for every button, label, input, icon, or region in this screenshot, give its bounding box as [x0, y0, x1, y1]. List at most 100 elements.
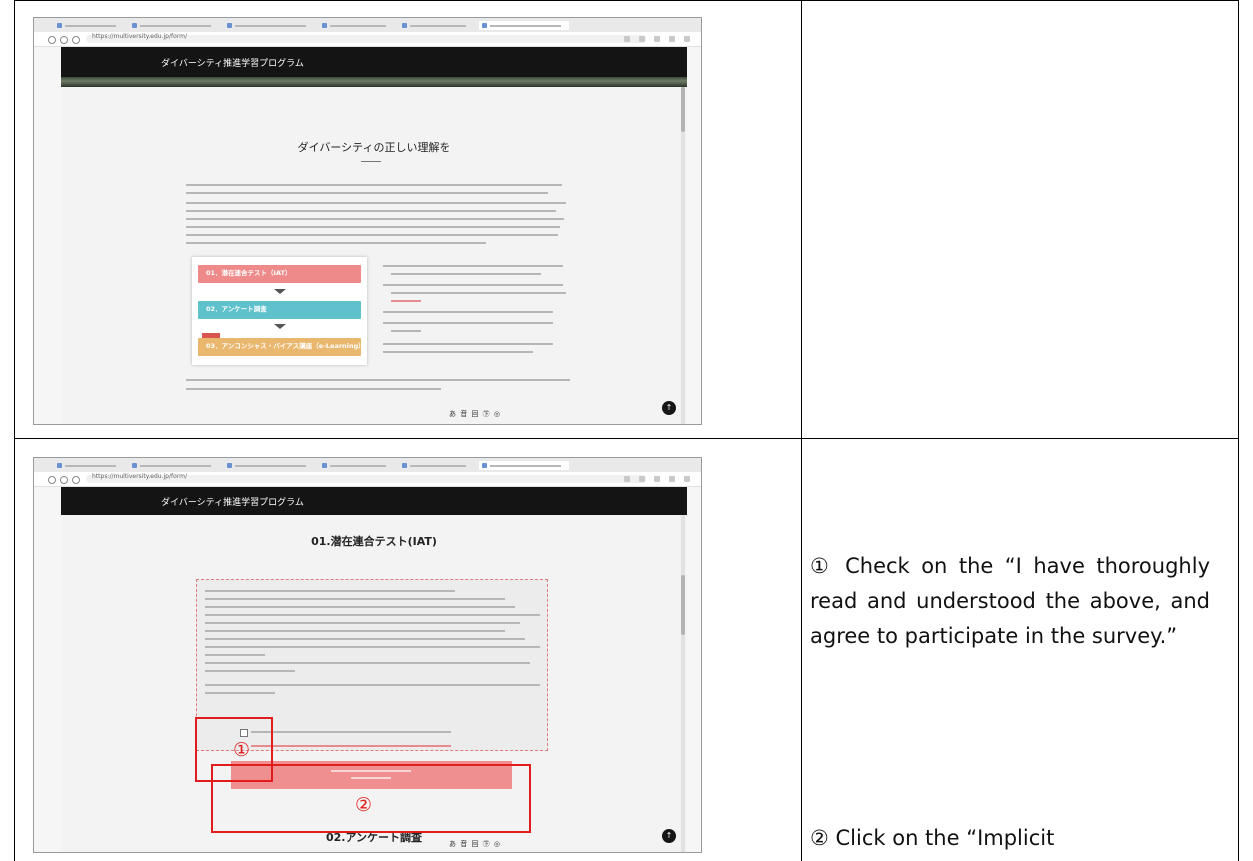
notice-text-line [205, 662, 530, 664]
more-icon [684, 476, 690, 482]
browser-tab-bar [34, 18, 701, 33]
url-field: https://multiversity.edu.jp/form/ [86, 33, 646, 43]
intro-text-line [186, 184, 562, 186]
step-iat-label: 01．潜在連合テスト（IAT） [206, 269, 292, 277]
notice-text-line [205, 654, 265, 656]
notice-text-line [205, 598, 505, 600]
toolbar-icon [624, 476, 630, 482]
intro-text-line [186, 218, 564, 220]
list-text-line [383, 343, 553, 345]
notice-text-line [205, 622, 520, 624]
scrollbar [681, 515, 685, 852]
more-icon [684, 36, 690, 42]
url-text: https://multiversity.edu.jp/form/ [92, 473, 188, 480]
browser-tab [129, 461, 219, 470]
intro-text-line [186, 234, 558, 236]
browser-tab [224, 21, 314, 30]
list-text-line [383, 351, 533, 353]
notice-text-line [205, 638, 525, 640]
browser-tab-bar [34, 458, 701, 473]
notice-text-line [205, 590, 455, 592]
browser-tab [319, 21, 394, 30]
notice-text-line [205, 606, 515, 608]
browser-tab [54, 21, 124, 30]
browser-tab [54, 461, 124, 470]
toolbar-icon [654, 476, 660, 482]
scrollbar-thumb [681, 87, 685, 132]
arrow-up-icon: ↑ [662, 829, 676, 843]
screenshot-landing-page: https://multiversity.edu.jp/form/ ダイバーシテ… [33, 17, 702, 425]
toolbar-icon [639, 36, 645, 42]
toolbar-icon [639, 476, 645, 482]
browser-tab [399, 461, 474, 470]
browser-tab [399, 21, 474, 30]
step-iat: 01．潜在連合テスト（IAT） [198, 265, 361, 283]
iat-heading: 01.潜在連合テスト(IAT) [311, 535, 437, 548]
intro-text-line [186, 192, 548, 194]
toolbar-icon [654, 36, 660, 42]
page-heading: ダイバーシティの正しい理解を [297, 141, 451, 154]
scrollbar-thumb [681, 575, 685, 635]
accessibility-toolbar: あ 音 回 ㊦ ◎ [449, 410, 502, 418]
intro-text-line [186, 242, 486, 244]
site-title: ダイバーシティ推進学習プログラム [161, 59, 304, 69]
accessibility-toolbar: あ 音 回 ㊦ ◎ [449, 840, 502, 848]
instruction-cell: ① Check on the “I have thoroughly read a… [802, 439, 1238, 861]
intro-text-line [186, 210, 556, 212]
step-elearning-label: 03．アンコンシャス・バイアス講座（e-Learning） [206, 342, 365, 350]
instruction-step-1: ① Check on the “I have thoroughly read a… [810, 554, 1210, 648]
notice-text-line [205, 684, 540, 686]
home-icon [72, 36, 80, 44]
list-text-line [383, 265, 563, 267]
site-title: ダイバーシティ推進学習プログラム [161, 498, 304, 508]
notice-text-line [205, 614, 540, 616]
instruction-step-2: ② Click on the “Implicit [810, 826, 1055, 850]
note-text-line [186, 379, 570, 381]
intro-text-line [186, 202, 566, 204]
toolbar-icon [669, 476, 675, 482]
screenshot-iat-page: https://multiversity.edu.jp/form/ ダイバーシテ… [33, 457, 702, 853]
step-survey-label: 02．アンケート調査 [206, 305, 267, 313]
scrollbar [681, 87, 685, 424]
back-icon [48, 36, 56, 44]
table-border-top [14, 0, 1239, 1]
notice-text-line [205, 692, 275, 694]
list-text-line [383, 322, 553, 324]
home-icon [72, 476, 80, 484]
browser-tab-active [479, 21, 569, 30]
url-text: https://multiversity.edu.jp/form/ [92, 33, 188, 40]
arrow-down-icon [273, 324, 286, 329]
list-text-line [391, 292, 566, 294]
table-border-right [1238, 0, 1239, 861]
step-survey: 02．アンケート調査 [198, 301, 361, 319]
step-elearning: 03．アンコンシャス・バイアス講座（e-Learning） [198, 338, 365, 356]
refresh-icon [60, 36, 68, 44]
heading-underline [361, 161, 381, 162]
marker-two: ② [355, 794, 373, 816]
arrow-down-icon [273, 289, 286, 294]
back-icon [48, 476, 56, 484]
notice-text-line [205, 670, 295, 672]
notice-text-line [205, 630, 505, 632]
refresh-icon [60, 476, 68, 484]
site-header: ダイバーシティ推進学習プログラム [61, 47, 687, 87]
marker-one: ① [233, 739, 251, 761]
consent-warning-line [251, 745, 451, 747]
browser-address-bar: https://multiversity.edu.jp/form/ [34, 32, 701, 47]
page-content: ダイバーシティの正しい理解を 01．潜在連合テスト（IAT） 02．アンケート調… [61, 87, 687, 424]
browser-tab [319, 461, 394, 470]
browser-tab [224, 461, 314, 470]
list-text-line [391, 273, 541, 275]
intro-text-line [186, 226, 560, 228]
toolbar-icon [669, 36, 675, 42]
instruction-table: https://multiversity.edu.jp/form/ ダイバーシテ… [14, 0, 1239, 861]
list-text-line [391, 330, 421, 332]
table-border-left [14, 0, 15, 861]
site-header: ダイバーシティ推進学習プログラム [61, 487, 687, 515]
program-flow-card: 01．潜在連合テスト（IAT） 02．アンケート調査 03．アンコンシャス・バイ… [192, 257, 367, 365]
browser-address-bar: https://multiversity.edu.jp/form/ [34, 472, 701, 487]
browser-tab [129, 21, 219, 30]
list-text-line [383, 284, 563, 286]
consent-label-line [251, 731, 451, 733]
arrow-up-icon: ↑ [662, 401, 676, 415]
